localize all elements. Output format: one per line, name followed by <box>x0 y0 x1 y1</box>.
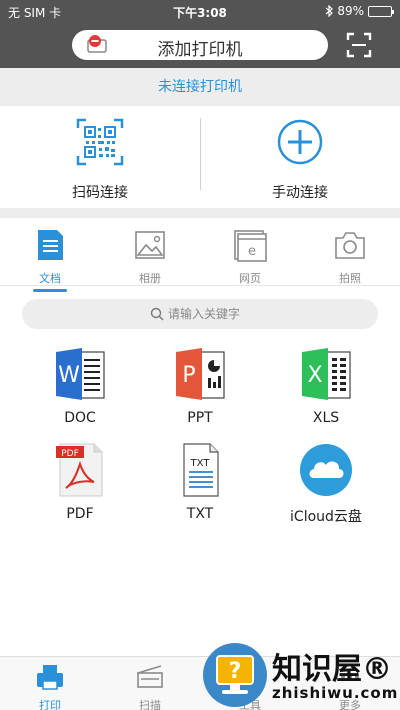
tab-documents[interactable]: 文档 <box>0 228 100 292</box>
add-printer-label: 添加打印机 <box>157 40 243 60</box>
keyword-search[interactable] <box>22 299 378 329</box>
filetype-xls[interactable]: X XLS <box>266 346 386 426</box>
webpage-icon: e <box>234 230 267 262</box>
svg-text:PDF: PDF <box>61 449 79 459</box>
filetype-icloud[interactable]: iCloud云盘 <box>266 442 386 526</box>
tab-photos[interactable]: 相册 <box>100 228 200 286</box>
svg-text:?: ? <box>229 659 242 684</box>
scan-connect-button[interactable]: 扫码连接 <box>0 118 200 202</box>
scanner-icon <box>137 665 163 688</box>
tab-label: 相册 <box>139 272 161 285</box>
watermark-domain: zhishiwu.com <box>272 684 399 702</box>
txt-icon: TXT <box>183 443 219 497</box>
search-input[interactable] <box>168 305 358 323</box>
pdf-icon: PDF <box>56 443 103 497</box>
manual-connect-label: 手动连接 <box>272 185 328 201</box>
filetype-label: PDF <box>66 506 94 522</box>
print-icon <box>37 665 63 690</box>
status-bar: 无 SIM 卡 下午3:08 89% <box>0 0 400 22</box>
filetype-label: iCloud云盘 <box>290 509 362 525</box>
nav-label: 扫描 <box>139 699 161 710</box>
icloud-icon <box>300 444 352 496</box>
tab-webpages[interactable]: e 网页 <box>200 228 300 286</box>
filetype-label: PPT <box>187 410 213 426</box>
battery-icon <box>368 5 394 17</box>
svg-text:P: P <box>182 363 195 388</box>
document-icon <box>38 230 63 260</box>
svg-text:X: X <box>307 363 322 388</box>
add-printer-button[interactable]: 添加打印机 <box>72 30 328 60</box>
scan-frame-icon[interactable] <box>346 32 372 58</box>
search-icon <box>150 307 164 321</box>
watermark-logo-icon: ? <box>203 643 267 707</box>
filetype-txt[interactable]: TXT TXT <box>140 442 260 522</box>
qrcode-icon <box>76 118 124 166</box>
svg-text:W: W <box>58 363 80 388</box>
source-tabs: 文档 相册 e 网页 拍照 <box>0 218 400 292</box>
plus-circle-icon <box>277 119 323 165</box>
tab-label: 文档 <box>39 272 61 285</box>
tab-camera[interactable]: 拍照 <box>300 228 400 286</box>
bluetooth-icon <box>325 5 334 17</box>
filetype-label: DOC <box>64 410 96 426</box>
tab-label: 拍照 <box>339 272 361 285</box>
top-header: 无 SIM 卡 下午3:08 89% 添加打印机 <box>0 0 400 68</box>
watermark: ? 知识屋® zhishiwu.com <box>200 640 400 710</box>
word-icon: W <box>56 348 105 400</box>
scan-connect-label: 扫码连接 <box>72 185 128 201</box>
filetype-label: XLS <box>312 410 340 426</box>
active-tab-indicator <box>33 289 67 292</box>
svg-text:TXT: TXT <box>190 458 211 469</box>
camera-icon <box>335 232 365 259</box>
filetype-ppt[interactable]: P PPT <box>140 346 260 426</box>
svg-text:e: e <box>248 244 256 259</box>
watermark-brand: 知识屋® <box>272 652 392 687</box>
powerpoint-icon: P <box>176 348 225 400</box>
manual-connect-button[interactable]: 手动连接 <box>200 118 400 202</box>
section-gap <box>0 208 400 218</box>
filetype-label: TXT <box>186 506 214 522</box>
photo-icon <box>135 231 165 259</box>
battery-percent: 89% <box>337 4 364 18</box>
connection-status: 未连接打印机 <box>0 68 400 106</box>
status-right: 89% <box>325 4 394 18</box>
nav-print[interactable]: 打印 <box>0 663 100 710</box>
filetype-doc[interactable]: W DOC <box>20 346 140 426</box>
connect-section: 扫码连接 手动连接 <box>0 106 400 208</box>
nav-label: 打印 <box>39 699 61 710</box>
nav-scan[interactable]: 扫描 <box>100 663 200 710</box>
excel-icon: X <box>302 348 351 400</box>
tab-label: 网页 <box>239 272 261 285</box>
filetype-pdf[interactable]: PDF PDF <box>20 442 140 522</box>
